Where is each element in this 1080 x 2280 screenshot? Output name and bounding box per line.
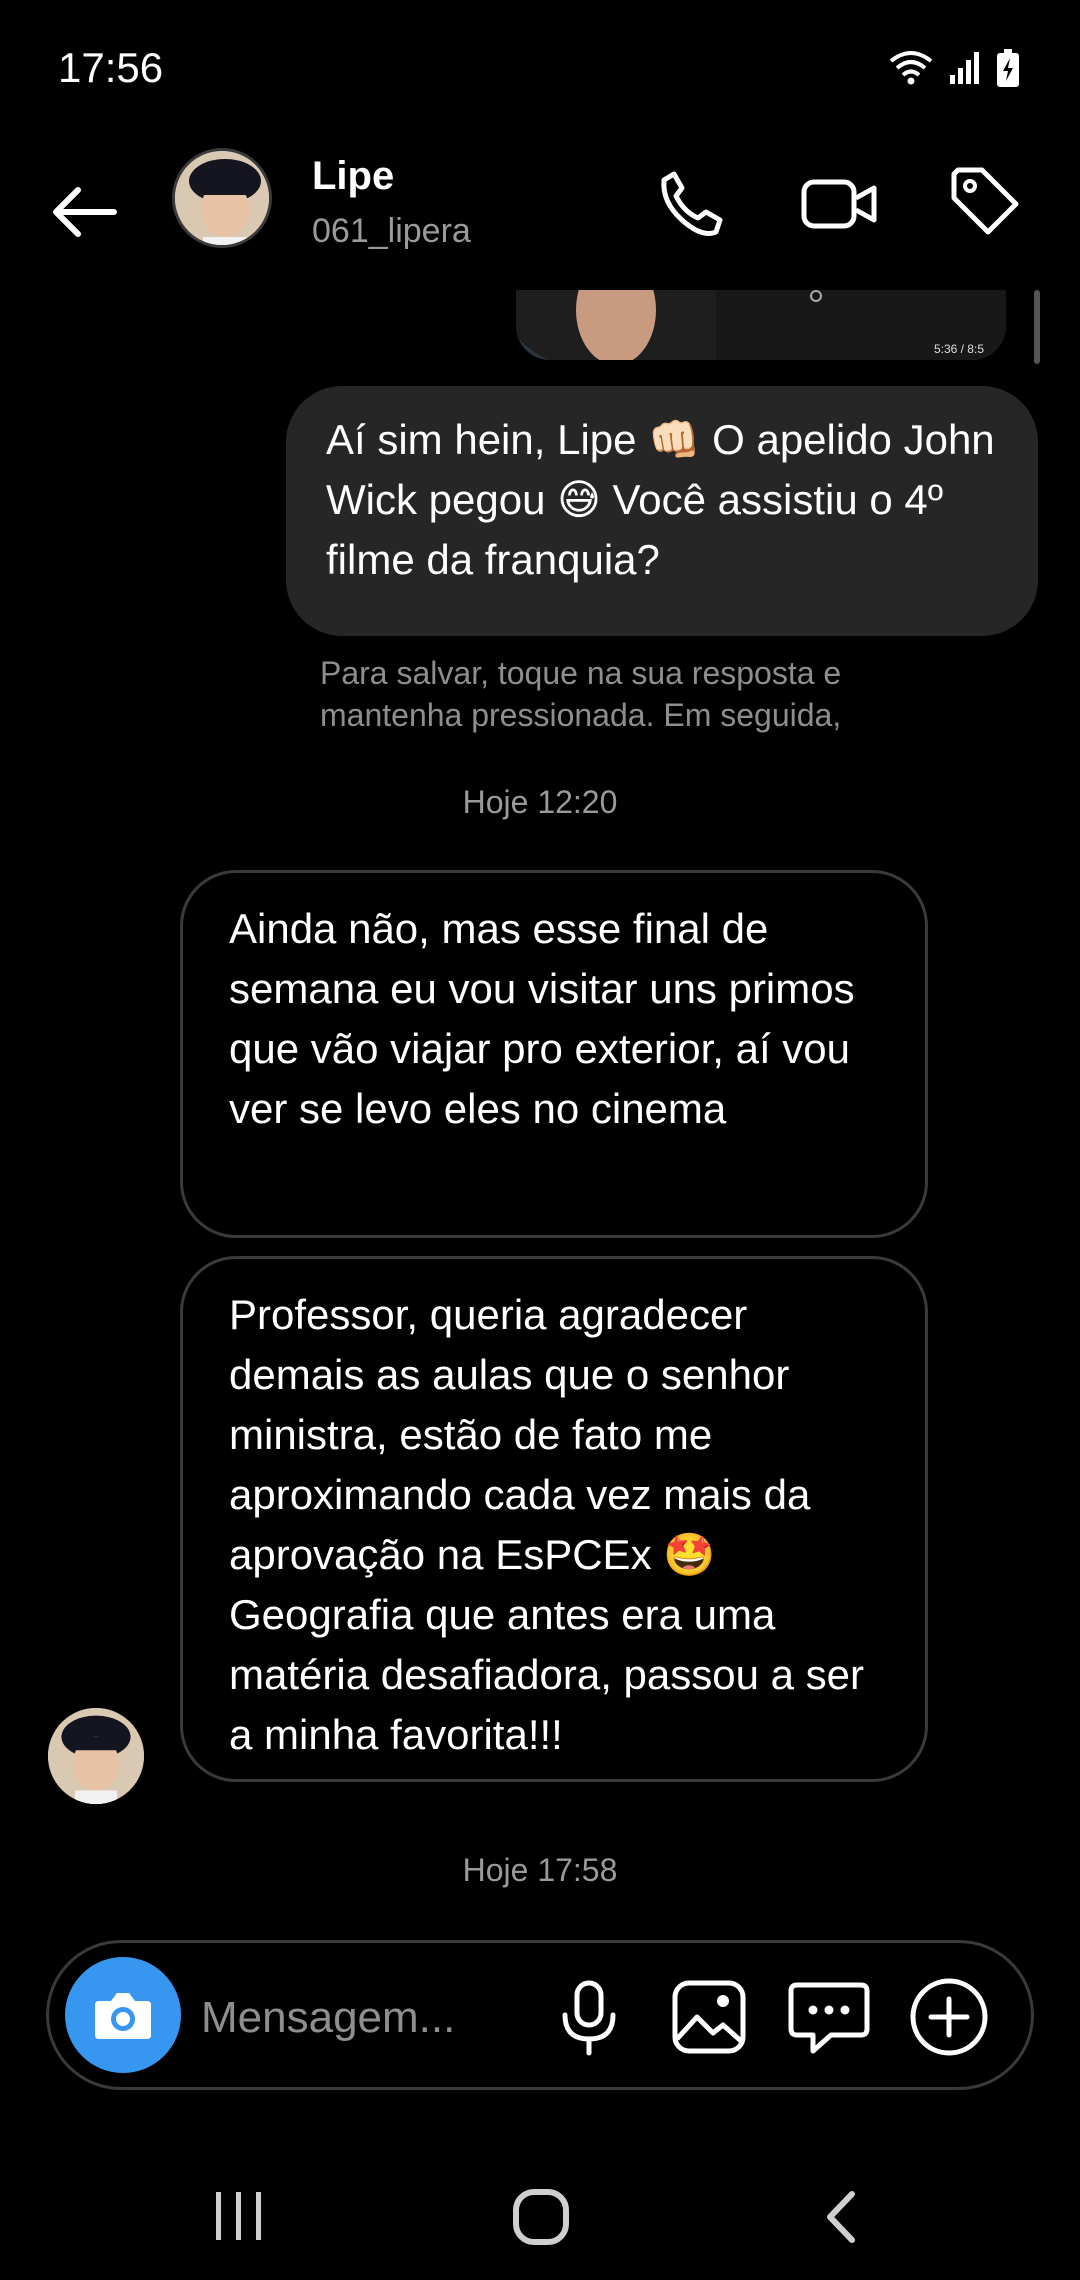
camera-button[interactable] bbox=[65, 1957, 181, 2073]
phone-icon[interactable] bbox=[652, 166, 728, 242]
battery-icon bbox=[997, 49, 1019, 87]
status-icons bbox=[888, 48, 1020, 88]
sender-avatar[interactable] bbox=[48, 1708, 144, 1804]
message-thread[interactable]: 5:36 / 8:5 Aí sim hein, Lipe 👊🏻 O apelid… bbox=[0, 290, 1080, 1930]
video-camera-icon[interactable] bbox=[800, 166, 880, 242]
status-time: 17:56 bbox=[58, 44, 164, 91]
status-bar: 17:56 bbox=[0, 0, 1080, 140]
system-nav-bar bbox=[0, 2140, 1080, 2280]
timestamp: Hoje 12:20 bbox=[462, 784, 618, 820]
microphone-icon[interactable] bbox=[549, 1977, 629, 2057]
back-arrow-icon[interactable] bbox=[44, 172, 124, 252]
message-text: Professor, queria agradecer demais as au… bbox=[229, 1291, 865, 1758]
message-composer bbox=[46, 1940, 1034, 2090]
incoming-message[interactable]: Ainda não, mas esse final de semana eu v… bbox=[180, 870, 928, 1238]
video-time-caption: 5:36 / 8:5 bbox=[933, 342, 984, 356]
save-hint-text: Para salvar, toque na sua resposta e man… bbox=[320, 655, 842, 733]
message-text: Ainda não, mas esse final de semana eu v… bbox=[229, 905, 855, 1132]
scrollbar[interactable] bbox=[1034, 290, 1040, 364]
contact-username[interactable]: 061_lipera bbox=[312, 212, 471, 251]
tag-icon[interactable] bbox=[946, 164, 1022, 240]
home-icon[interactable] bbox=[506, 2182, 576, 2252]
shared-video-thumbnail[interactable]: 5:36 / 8:5 bbox=[516, 290, 1006, 360]
recent-apps-icon[interactable] bbox=[204, 2186, 274, 2246]
incoming-message[interactable]: Professor, queria agradecer demais as au… bbox=[180, 1256, 928, 1782]
image-icon[interactable] bbox=[669, 1977, 749, 2057]
contact-avatar[interactable] bbox=[172, 148, 272, 248]
wifi-icon bbox=[889, 51, 933, 85]
conversation-header: Lipe 061_lipera bbox=[0, 140, 1080, 290]
camera-icon bbox=[95, 1993, 151, 2039]
nav-back-icon[interactable] bbox=[808, 2182, 878, 2252]
outgoing-message[interactable]: Aí sim hein, Lipe 👊🏻 O apelido John Wick… bbox=[286, 386, 1038, 636]
signal-icon bbox=[950, 52, 979, 84]
timestamp: Hoje 17:58 bbox=[462, 1852, 618, 1888]
sticker-icon[interactable] bbox=[787, 1977, 871, 2057]
message-text: Aí sim hein, Lipe 👊🏻 O apelido John Wick… bbox=[326, 416, 995, 583]
contact-name[interactable]: Lipe bbox=[312, 154, 394, 199]
message-input[interactable] bbox=[201, 1983, 561, 2053]
plus-circle-icon[interactable] bbox=[907, 1975, 991, 2059]
